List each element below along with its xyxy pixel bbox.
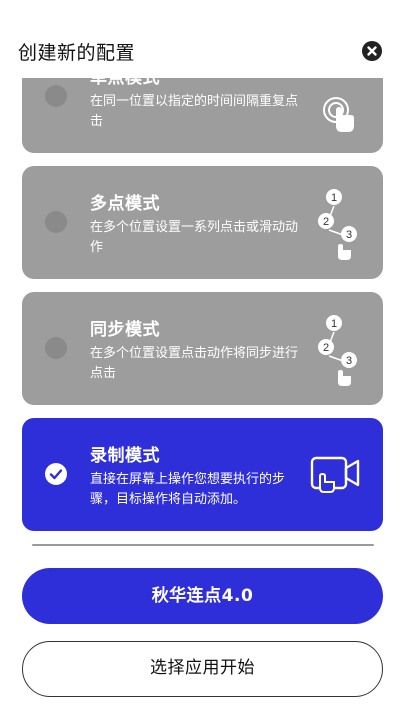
mode-radio-multi[interactable] bbox=[45, 211, 67, 233]
badge-3: 3 bbox=[346, 229, 352, 241]
check-icon bbox=[49, 469, 63, 480]
badge-1: 1 bbox=[331, 318, 337, 330]
badge-2: 2 bbox=[323, 342, 329, 354]
badge-3: 3 bbox=[346, 355, 352, 367]
page-title: 创建新的配置 bbox=[18, 42, 136, 64]
close-button[interactable] bbox=[362, 41, 382, 61]
mode-title: 同步模式 bbox=[90, 320, 160, 340]
mode-description: 在多个位置设置点击动作将同步进行点击 bbox=[90, 346, 299, 381]
mode-radio-sync[interactable] bbox=[45, 337, 67, 359]
badge-1: 1 bbox=[331, 192, 337, 204]
mode-description: 在多个位置设置一系列点击或滑动动作 bbox=[90, 220, 299, 255]
config-sheet: 单点模式 在同一位置以指定的时间间隔重复点击 多点模式 在多个位置设置一系列点击… bbox=[0, 0, 405, 720]
mode-radio-record[interactable] bbox=[45, 463, 67, 485]
mode-title: 多点模式 bbox=[90, 194, 160, 214]
choose-app-button[interactable]: 选择应用开始 bbox=[22, 641, 383, 697]
mode-radio-single[interactable] bbox=[45, 85, 67, 107]
close-icon bbox=[367, 46, 377, 56]
list-scroll-edge bbox=[32, 544, 374, 546]
mode-card-multi[interactable]: 多点模式 在多个位置设置一系列点击或滑动动作 1 2 3 bbox=[22, 166, 383, 279]
mode-card-sync[interactable]: 同步模式 在多个位置设置点击动作将同步进行点击 1 2 3 bbox=[22, 292, 383, 405]
primary-action-button[interactable]: 秋华连点4.0 bbox=[22, 568, 383, 624]
badge-2: 2 bbox=[323, 216, 329, 228]
mode-card-record[interactable]: 录制模式 直接在屏幕上操作您想要执行的步骤，目标操作将自动添加。 bbox=[22, 418, 383, 531]
mode-description: 直接在屏幕上操作您想要执行的步骤，目标操作将自动添加。 bbox=[90, 472, 286, 507]
record-screen-icon bbox=[310, 456, 360, 493]
mode-title: 录制模式 bbox=[90, 446, 160, 466]
mode-description: 在同一位置以指定的时间间隔重复点击 bbox=[90, 94, 299, 129]
mode-list[interactable]: 单点模式 在同一位置以指定的时间间隔重复点击 多点模式 在多个位置设置一系列点击… bbox=[0, 0, 405, 548]
sheet-header: 创建新的配置 bbox=[0, 0, 405, 78]
sync-tap-icon: 1 2 3 bbox=[318, 315, 357, 386]
multi-tap-icon: 1 2 3 bbox=[318, 189, 357, 260]
